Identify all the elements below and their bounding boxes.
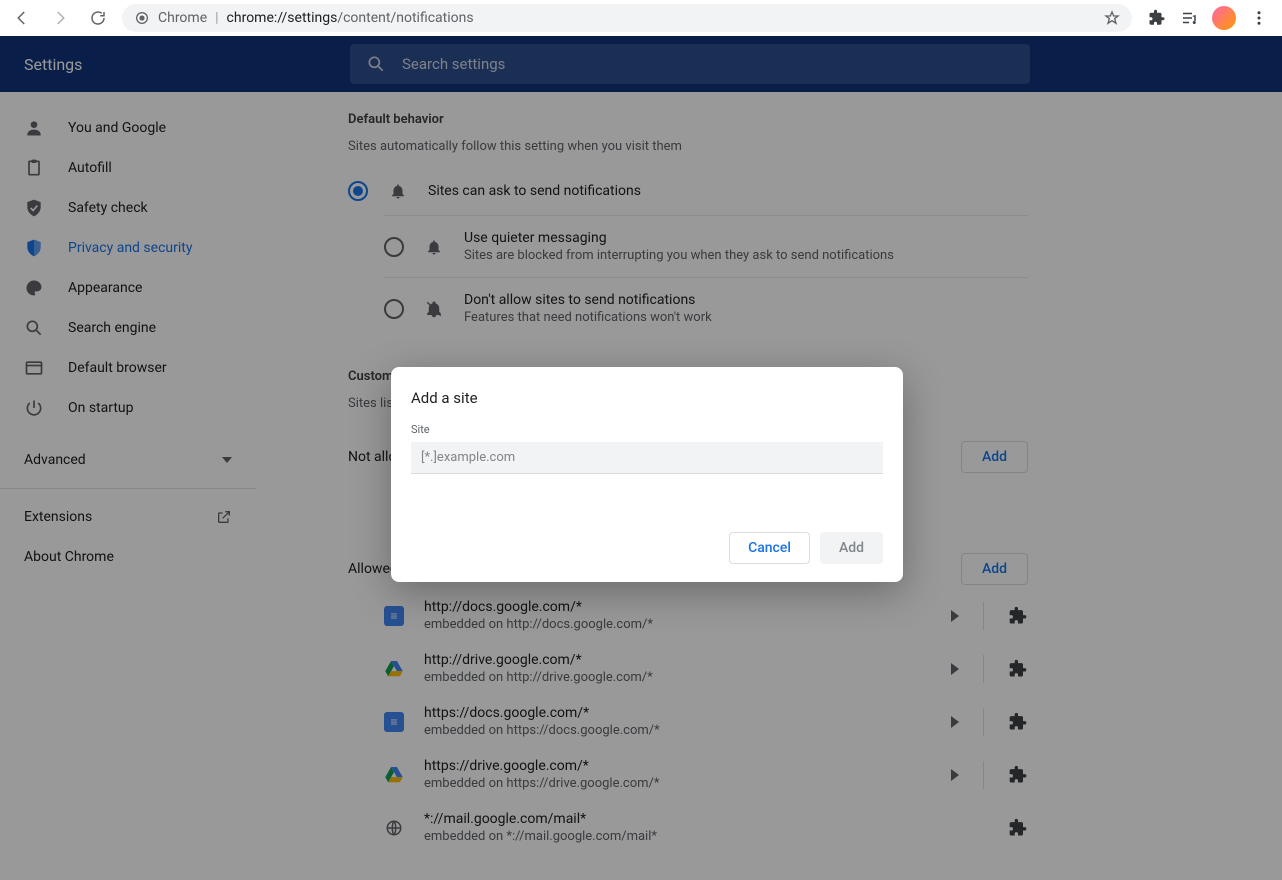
cancel-button[interactable]: Cancel bbox=[729, 532, 810, 564]
omnibox-chrome-label: Chrome bbox=[158, 10, 207, 26]
site-url-input[interactable] bbox=[411, 442, 883, 474]
toolbar-right bbox=[1142, 6, 1274, 30]
address-bar[interactable]: Chrome | chrome://settings/content/notif… bbox=[122, 4, 1132, 32]
dialog-field-label: Site bbox=[411, 423, 883, 436]
browser-toolbar: Chrome | chrome://settings/content/notif… bbox=[0, 0, 1282, 36]
site-info-icon bbox=[134, 10, 150, 26]
forward-button[interactable] bbox=[46, 4, 74, 32]
omnibox-url-origin: chrome://settings bbox=[227, 10, 338, 26]
back-button[interactable] bbox=[8, 4, 36, 32]
bookmark-star-icon[interactable] bbox=[1104, 10, 1120, 26]
media-control-icon[interactable] bbox=[1180, 9, 1198, 27]
dialog-title: Add a site bbox=[411, 389, 883, 407]
menu-icon[interactable] bbox=[1250, 9, 1268, 27]
add-button[interactable]: Add bbox=[820, 532, 883, 564]
reload-button[interactable] bbox=[84, 4, 112, 32]
add-site-dialog: Add a site Site Cancel Add bbox=[391, 367, 903, 582]
profile-avatar[interactable] bbox=[1212, 6, 1236, 30]
extensions-icon[interactable] bbox=[1148, 9, 1166, 27]
omnibox-url-path: /content/notifications bbox=[337, 10, 473, 26]
